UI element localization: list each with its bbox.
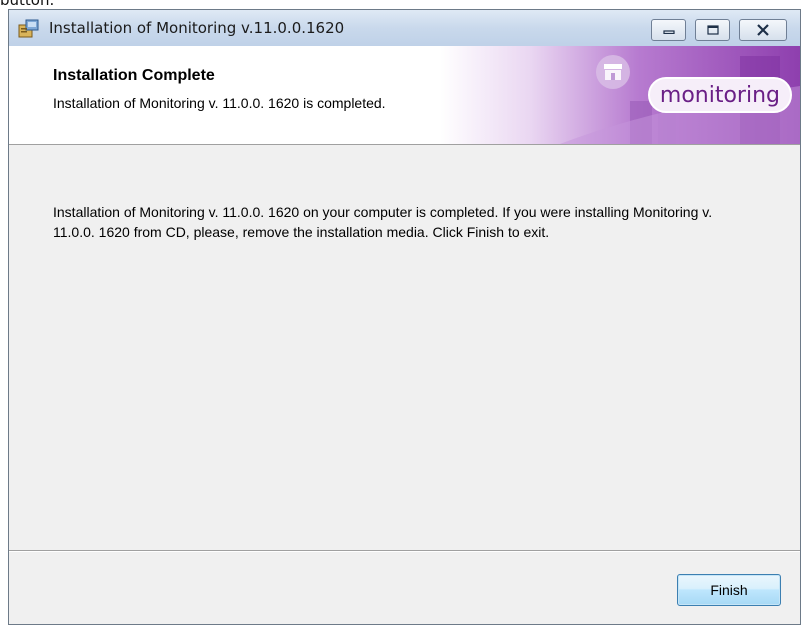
window-title: Installation of Monitoring v.11.0.0.1620: [49, 19, 345, 37]
close-button[interactable]: [739, 19, 787, 41]
minimize-icon: [662, 30, 675, 34]
page-subtitle: Installation of Monitoring v. 11.0.0. 16…: [53, 95, 386, 111]
minimize-button[interactable]: [651, 19, 686, 41]
close-icon: [757, 24, 769, 36]
header-panel: Installation Complete Installation of Mo…: [9, 46, 800, 145]
maximize-button[interactable]: [695, 19, 730, 41]
brand-logo: monitoring: [647, 77, 792, 113]
cropped-document-text: button.: [0, 0, 55, 9]
maximize-icon: [706, 25, 719, 35]
title-bar[interactable]: Installation of Monitoring v.11.0.0.1620: [9, 10, 800, 46]
page-title: Installation Complete: [53, 67, 215, 84]
finish-button[interactable]: Finish: [677, 574, 781, 606]
installer-icon: [18, 19, 39, 38]
installer-window: Installation of Monitoring v.11.0.0.1620: [8, 9, 801, 625]
completion-message: Installation of Monitoring v. 11.0.0. 16…: [53, 204, 713, 240]
store-icon: [596, 55, 630, 89]
footer-divider: [9, 550, 800, 552]
